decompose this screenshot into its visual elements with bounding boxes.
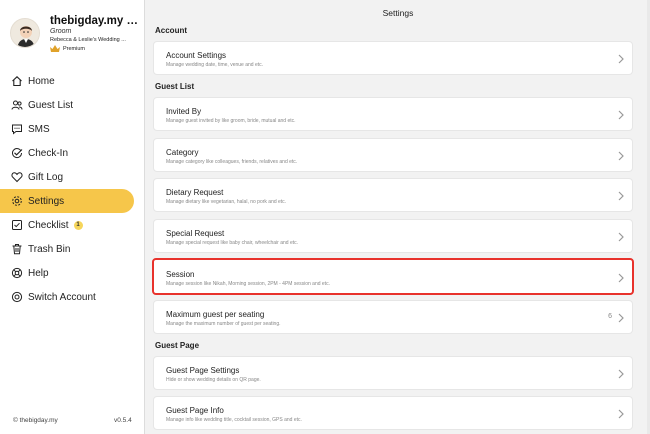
- help-icon: [11, 267, 23, 279]
- chevron-right-icon: [618, 54, 624, 64]
- sidebar-item-label: Home: [28, 75, 55, 87]
- sidebar-item-label: Checklist: [28, 219, 69, 231]
- card-title: Maximum guest per seating: [166, 310, 265, 319]
- check-in-icon: [11, 147, 23, 159]
- card-title: Invited By: [166, 107, 202, 116]
- sidebar-item-help[interactable]: Help: [0, 261, 145, 285]
- section-guest-page: Guest Page: [155, 341, 200, 350]
- max-guest-card[interactable]: Maximum guest per seating Manage the max…: [153, 300, 633, 334]
- sidebar-item-label: Check-In: [28, 147, 69, 159]
- session-card[interactable]: Session Manage session like Nikah, Morni…: [152, 258, 634, 295]
- card-subtitle: Manage session like Nikah, Morning sessi…: [166, 281, 330, 287]
- profile-role: Groom: [50, 28, 72, 35]
- home-icon: [11, 75, 23, 87]
- avatar: [10, 18, 40, 48]
- invited-by-card[interactable]: Invited By Manage guest invited by like …: [153, 97, 633, 131]
- card-title: Account Settings: [166, 51, 227, 60]
- sidebar-item-trash-bin[interactable]: Trash Bin: [0, 237, 145, 261]
- dietary-request-card[interactable]: Dietary Request Manage dietary like vege…: [153, 178, 633, 212]
- chevron-right-icon: [618, 110, 624, 120]
- chat-icon: [11, 123, 23, 135]
- category-card[interactable]: Category Manage category like colleagues…: [153, 138, 633, 172]
- section-guest-list: Guest List: [155, 82, 195, 91]
- chevron-right-icon: [618, 191, 624, 201]
- chevron-right-icon: [618, 232, 624, 242]
- card-subtitle: Manage dietary like vegetarian, halal, n…: [166, 199, 287, 205]
- profile-name: thebigday.my ad...: [50, 15, 142, 27]
- sidebar-item-checklist[interactable]: Checklist 1: [0, 213, 145, 237]
- heart-icon: [11, 171, 23, 183]
- sidebar-item-label: Gift Log: [28, 171, 64, 183]
- card-title: Guest Page Info: [166, 406, 224, 415]
- profile-block[interactable]: thebigday.my ad... Groom Rebecca & Lesli…: [10, 15, 142, 57]
- checklist-badge: 1: [73, 220, 83, 230]
- sidebar-item-label: Switch Account: [28, 291, 96, 303]
- sidebar-item-guest-list[interactable]: Guest List: [0, 93, 145, 117]
- sidebar-item-home[interactable]: Home: [0, 69, 145, 93]
- card-title: Special Request: [166, 229, 225, 238]
- checklist-icon: [11, 219, 23, 231]
- card-subtitle: Hide or show wedding details on QR page.: [166, 377, 261, 383]
- account-settings-card[interactable]: Account Settings Manage wedding date, ti…: [153, 41, 633, 75]
- chevron-right-icon: [618, 369, 624, 379]
- card-subtitle: Manage guest invited by like groom, brid…: [166, 118, 296, 124]
- card-title: Session: [166, 270, 195, 279]
- guest-page-info-card[interactable]: Guest Page Info Manage info like wedding…: [153, 396, 633, 430]
- sidebar-item-check-in[interactable]: Check-In: [0, 141, 145, 165]
- sidebar: thebigday.my ad... Groom Rebecca & Lesli…: [0, 0, 145, 434]
- footer-brand: © thebigday.my: [13, 417, 58, 424]
- max-guest-value: 6: [608, 313, 612, 320]
- chevron-right-icon: [618, 409, 624, 419]
- page-title: Settings: [382, 8, 414, 18]
- footer-version: v0.5.4: [114, 417, 132, 424]
- trash-icon: [11, 243, 23, 255]
- sidebar-nav: Home Guest List SMS Check-In Gift Log Se…: [0, 69, 145, 309]
- card-subtitle: Manage the maximum number of guest per s…: [166, 321, 281, 327]
- sidebar-item-switch-account[interactable]: Switch Account: [0, 285, 145, 309]
- sidebar-item-label: SMS: [28, 123, 50, 135]
- sidebar-item-label: Settings: [28, 195, 65, 207]
- chevron-right-icon: [618, 273, 624, 283]
- sidebar-item-sms[interactable]: SMS: [0, 117, 145, 141]
- chevron-right-icon: [618, 151, 624, 161]
- profile-wedding: Rebecca & Leslie's Wedding ...: [50, 37, 126, 43]
- card-subtitle: Manage category like colleagues, friends…: [166, 159, 298, 165]
- gear-icon: [11, 195, 23, 207]
- special-request-card[interactable]: Special Request Manage special request l…: [153, 219, 633, 253]
- premium-badge: Premium: [50, 45, 85, 52]
- card-subtitle: Manage wedding date, time, venue and etc…: [166, 62, 264, 68]
- guests-icon: [11, 99, 23, 111]
- card-subtitle: Manage special request like baby chair, …: [166, 240, 299, 246]
- premium-label: Premium: [63, 45, 86, 52]
- sidebar-item-label: Trash Bin: [28, 243, 71, 255]
- card-title: Category: [166, 148, 199, 157]
- sidebar-item-settings[interactable]: Settings: [0, 189, 134, 213]
- card-subtitle: Manage info like wedding title, cocktail…: [166, 417, 302, 423]
- crown-icon: [50, 45, 60, 52]
- card-title: Guest Page Settings: [166, 366, 240, 375]
- settings-panel: Settings Account Account Settings Manage…: [146, 0, 650, 434]
- chevron-right-icon: [618, 313, 624, 323]
- switch-icon: [11, 291, 23, 303]
- sidebar-item-label: Help: [28, 267, 49, 279]
- card-title: Dietary Request: [166, 188, 224, 197]
- sidebar-item-label: Guest List: [28, 99, 74, 111]
- guest-page-settings-card[interactable]: Guest Page Settings Hide or show wedding…: [153, 356, 633, 390]
- sidebar-item-gift-log[interactable]: Gift Log: [0, 165, 145, 189]
- section-account: Account: [155, 26, 187, 35]
